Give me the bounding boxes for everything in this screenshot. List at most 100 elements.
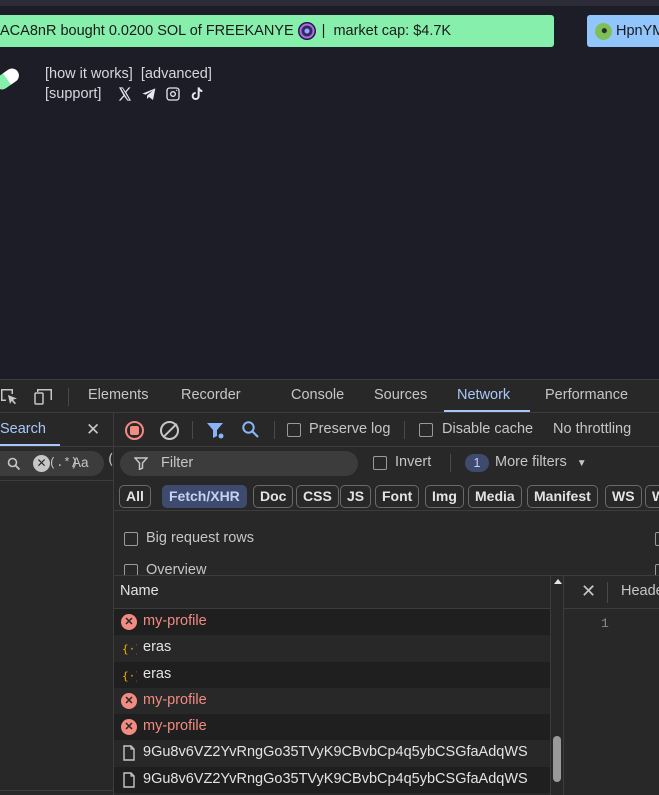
disable-cache-label: Disable cache xyxy=(442,421,534,437)
network-toolbar: Preserve log Disable cache No throttling xyxy=(114,413,659,447)
table-row[interactable]: 9Gu8v6VZ2YvRngGo35TVyK9CBvbCp4q5ybCSGfaA… xyxy=(114,740,550,766)
name-column-header[interactable]: Name xyxy=(114,576,550,609)
table-row[interactable]: 9Gu8v6VZ2YvRngGo35TVyK9CBvbCp4q5ybCSGfaA… xyxy=(114,766,550,794)
clear-log-button[interactable] xyxy=(160,421,179,440)
chevron-down-icon: ▼ xyxy=(576,458,587,469)
instagram-icon[interactable] xyxy=(165,86,181,102)
scroll-up-arrow-icon[interactable] xyxy=(554,579,562,584)
table-row[interactable]: ✕ my-profile xyxy=(114,609,550,636)
request-name: 9Gu8v6VZ2YvRngGo35TVyK9CBvbCp4q5ybCSGfaA… xyxy=(143,770,528,787)
big-request-rows-checkbox[interactable] xyxy=(124,532,138,546)
clear-search-icon[interactable]: ✕ xyxy=(33,455,50,472)
overflow-glyph: ( xyxy=(108,452,114,468)
network-settings: Big request rows Overview xyxy=(114,511,659,578)
request-name: my-profile xyxy=(143,691,207,708)
type-doc[interactable]: Doc xyxy=(253,485,294,508)
tab-headers[interactable]: Heade xyxy=(621,583,659,599)
top-divider xyxy=(0,0,659,6)
site-area: ACA8nR bought 0.0200 SOL of FREEKANYE | … xyxy=(0,0,659,379)
search-tab[interactable]: Search ✕ xyxy=(0,413,114,447)
type-img[interactable]: Img xyxy=(425,485,464,508)
tab-recorder[interactable]: Recorder xyxy=(181,387,241,403)
search-input[interactable]: ✕ (.*) Aa xyxy=(0,451,104,476)
table-row[interactable]: {·} eras xyxy=(114,661,550,688)
type-fetch-xhr[interactable]: Fetch/XHR xyxy=(162,485,247,508)
search-tab-underline xyxy=(0,444,60,446)
tiktok-icon[interactable] xyxy=(189,86,205,102)
settings-checkbox[interactable] xyxy=(655,532,659,546)
toolbar-separator xyxy=(274,421,275,439)
invert-checkbox[interactable] xyxy=(373,456,387,470)
type-wasm[interactable]: W xyxy=(645,485,659,508)
error-icon: ✕ xyxy=(121,719,137,736)
match-case-toggle[interactable]: Aa xyxy=(72,455,89,470)
more-filters-dropdown[interactable]: More filters ▼ xyxy=(495,454,587,470)
search-row: ✕ (.*) Aa ( xyxy=(0,447,114,481)
filter-separator xyxy=(450,454,451,472)
table-scrollbar[interactable] xyxy=(550,576,563,795)
error-icon: ✕ xyxy=(121,692,137,709)
type-all[interactable]: All xyxy=(119,485,151,508)
type-manifest[interactable]: Manifest xyxy=(527,485,598,508)
filter-icon xyxy=(134,457,148,470)
pill-logo-icon[interactable] xyxy=(0,65,22,93)
ticker-market-cap: market cap: $4.7K xyxy=(333,23,452,39)
request-name: eras xyxy=(143,639,172,656)
table-row[interactable]: ✕ my-profile xyxy=(114,688,550,714)
details-separator xyxy=(607,582,608,603)
filter-input[interactable]: Filter xyxy=(120,451,358,476)
tab-sources[interactable]: Sources xyxy=(374,387,427,403)
requests-table: Name ✕ my-profile {·} eras {·} eras ✕ my-profil… xyxy=(114,575,563,795)
disable-cache-checkbox[interactable] xyxy=(419,423,433,437)
toolbar-separator xyxy=(192,421,193,439)
filter-icon[interactable] xyxy=(206,421,224,439)
more-filters-count: 1 xyxy=(465,454,489,472)
telegram-icon[interactable] xyxy=(141,86,157,102)
search-drawer: Search ✕ ✕ (.*) Aa ( xyxy=(0,413,114,795)
type-js[interactable]: JS xyxy=(340,485,372,508)
support-link[interactable]: [support] xyxy=(45,86,101,102)
network-panel: Preserve log Disable cache No throttling… xyxy=(114,413,659,795)
create-ticker[interactable]: HpnYM xyxy=(587,15,659,47)
details-header: ✕ Heade xyxy=(564,576,659,609)
type-ws[interactable]: WS xyxy=(605,485,642,508)
preserve-log-checkbox[interactable] xyxy=(287,423,301,437)
x-icon[interactable] xyxy=(117,86,133,102)
device-toolbar-icon[interactable] xyxy=(34,388,55,405)
search-tab-label: Search xyxy=(0,421,46,437)
table-row[interactable]: ✕ my-profile xyxy=(114,714,550,741)
document-icon xyxy=(123,745,135,762)
type-font[interactable]: Font xyxy=(375,485,420,508)
type-media[interactable]: Media xyxy=(468,485,522,508)
scroll-thumb[interactable] xyxy=(553,736,561,782)
tab-console[interactable]: Console xyxy=(291,387,344,403)
filter-placeholder: Filter xyxy=(161,455,194,471)
close-icon[interactable]: ✕ xyxy=(86,420,100,440)
type-css[interactable]: CSS xyxy=(296,485,339,508)
trade-ticker[interactable]: ACA8nR bought 0.0200 SOL of FREEKANYE | … xyxy=(0,15,554,47)
inspect-element-icon[interactable] xyxy=(0,388,19,405)
tab-separator xyxy=(68,388,69,406)
tab-elements[interactable]: Elements xyxy=(88,387,148,403)
throttling-select[interactable]: No throttling xyxy=(553,421,631,437)
network-filter-bar: Filter Invert 1 More filters ▼ xyxy=(114,447,659,480)
table-row[interactable]: {·} eras xyxy=(114,635,550,661)
big-request-rows-label: Big request rows xyxy=(146,530,254,546)
how-it-works-link[interactable]: [how it works] xyxy=(45,66,133,82)
request-details-pane: ✕ Heade 1 xyxy=(563,575,659,795)
request-name: my-profile xyxy=(143,613,207,629)
close-icon[interactable]: ✕ xyxy=(581,581,596,602)
fetch-json-icon: {·} xyxy=(122,643,137,656)
column-label: Name xyxy=(120,583,159,599)
tab-network[interactable]: Network xyxy=(457,387,510,403)
search-icon[interactable] xyxy=(241,420,260,439)
resource-type-filters: All Fetch/XHR Doc CSS JS Font Img Media … xyxy=(114,480,659,511)
invert-label: Invert xyxy=(395,454,432,470)
header-links: [how it works] [advanced] [support] xyxy=(45,64,212,104)
stop-recording-button[interactable] xyxy=(125,421,144,440)
advanced-link[interactable]: [advanced] xyxy=(141,66,212,82)
tab-performance[interactable]: Performance xyxy=(545,387,628,403)
svg-text:{·}: {·} xyxy=(122,669,137,682)
preserve-log-label: Preserve log xyxy=(309,421,391,437)
request-name: my-profile xyxy=(143,718,207,735)
